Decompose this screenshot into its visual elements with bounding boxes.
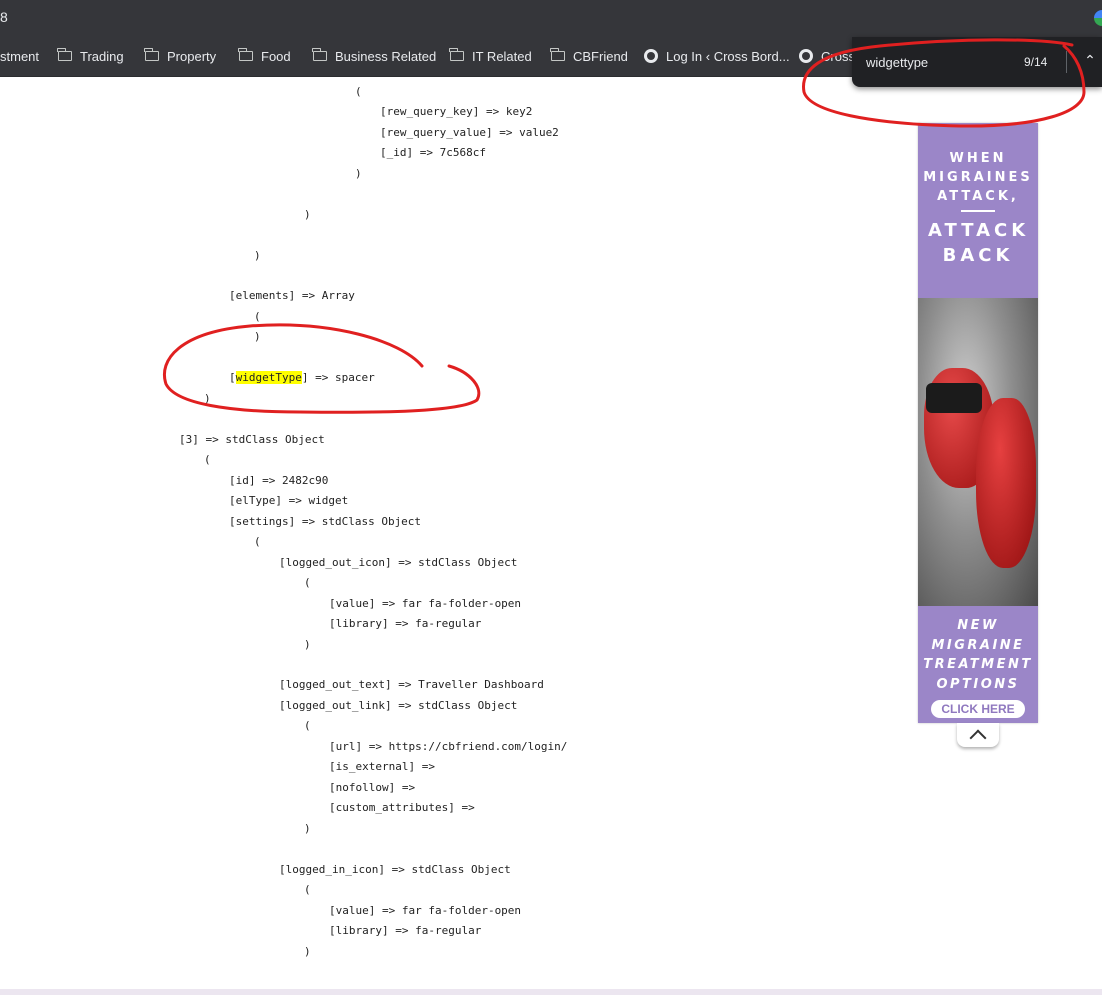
- search-highlight: widgetType: [235, 371, 302, 384]
- ad-footer-text: NEW MIGRAINE TREATMENT OPTIONS: [923, 618, 1033, 692]
- page-content: ( [rew_query_key] => key2 [rew_query_val…: [0, 77, 900, 992]
- find-separator: [1066, 51, 1067, 73]
- code-line: (: [254, 310, 261, 323]
- find-match-count: 9/14: [1024, 55, 1048, 69]
- bookmark-trading[interactable]: Trading: [57, 36, 124, 76]
- folder-icon: [550, 48, 565, 61]
- code-line: ): [304, 945, 311, 958]
- code-line: [elType] => widget: [229, 494, 349, 507]
- code-line: [id] => 2482c90: [229, 474, 329, 487]
- ad-collapse-button[interactable]: [957, 723, 999, 747]
- code-line: (: [204, 453, 211, 466]
- bookmark-property[interactable]: Property: [144, 36, 217, 76]
- browser-top-bar: 8: [0, 0, 1102, 36]
- bookmark-food[interactable]: Food: [238, 36, 291, 76]
- code-line: [elements] => Array: [229, 289, 355, 302]
- site-icon: [644, 49, 658, 63]
- bookmark-label: Food: [261, 48, 291, 64]
- code-line: [logged_out_icon] => stdClass Object: [279, 556, 518, 569]
- code-line: [settings] => stdClass Object: [229, 515, 422, 528]
- code-line: (: [355, 85, 362, 98]
- bookmark-label: IT Related: [472, 48, 532, 64]
- ad-headline-2: ATTACK BACK: [928, 220, 1030, 266]
- bookmark-label: Log In ‹ Cross Bord...: [666, 48, 790, 64]
- code-line: [is_external] =>: [329, 760, 435, 773]
- code-line: [url] => https://cbfriend.com/login/: [329, 740, 568, 753]
- bookmark-label: Cross: [821, 48, 855, 64]
- code-line: ): [355, 167, 362, 180]
- bookmark-label: CBFriend: [573, 48, 628, 64]
- address-bar-fragment[interactable]: 8: [0, 9, 8, 25]
- bookmark-label: Trading: [80, 48, 124, 64]
- boxing-glove-right: [976, 398, 1036, 568]
- find-input[interactable]: [866, 51, 996, 73]
- code-line: (: [304, 719, 311, 732]
- code-line: [value] => far fa-folder-open: [329, 597, 522, 610]
- code-line: [library] => fa-regular: [329, 924, 482, 937]
- code-line: [logged_out_text] => Traveller Dashboard: [279, 678, 544, 691]
- bookmark-label: stment: [0, 48, 40, 64]
- folder-icon: [144, 48, 159, 61]
- code-bracket: [: [229, 371, 236, 384]
- bookmark-cbfriend[interactable]: CBFriend: [550, 36, 628, 76]
- code-line: ): [304, 822, 311, 835]
- code-line: (: [304, 576, 311, 589]
- ad-divider: [961, 210, 995, 212]
- code-line: [rew_query_value] => value2: [380, 126, 559, 139]
- ad-footer-block: NEW MIGRAINE TREATMENT OPTIONS CLICK HER…: [918, 606, 1038, 723]
- code-line: ): [254, 330, 261, 343]
- code-line: [value] => far fa-folder-open: [329, 904, 522, 917]
- code-line: (: [254, 535, 261, 548]
- code-line: ): [304, 638, 311, 651]
- ad-headline-block: WHEN MIGRAINES ATTACK, ATTACK BACK: [918, 123, 1038, 298]
- ad-click-here-button[interactable]: CLICK HERE: [931, 700, 1025, 718]
- folder-icon: [238, 48, 253, 61]
- code-line: ): [304, 208, 311, 221]
- folder-icon: [449, 48, 464, 61]
- bookmark-cross[interactable]: Cross: [799, 36, 855, 76]
- code-line: (: [304, 883, 311, 896]
- code-line: [custom_attributes] =>: [329, 801, 475, 814]
- code-line: ): [254, 249, 261, 262]
- folder-icon: [57, 48, 72, 61]
- code-line: ): [204, 392, 211, 405]
- code-line: [library] => fa-regular: [329, 617, 482, 630]
- migraine-advertisement[interactable]: WHEN MIGRAINES ATTACK, ATTACK BACK NEW M…: [918, 123, 1038, 723]
- bookmark-label: Property: [167, 48, 217, 64]
- bottom-edge-strip: [0, 989, 1102, 995]
- code-line: [logged_in_icon] => stdClass Object: [279, 863, 511, 876]
- bookmark-business-related[interactable]: Business Related: [312, 36, 437, 76]
- code-value: ] => spacer: [301, 371, 375, 384]
- bookmark-log-in-cross-border[interactable]: Log In ‹ Cross Bord...: [644, 36, 790, 76]
- boxing-gloves-image: [918, 298, 1038, 606]
- bookmark-it-related[interactable]: IT Related: [449, 36, 532, 76]
- code-line: [rew_query_key] => key2: [380, 105, 533, 118]
- bookmark-stment[interactable]: stment: [0, 36, 39, 76]
- find-previous-button[interactable]: ⌃: [1082, 53, 1098, 69]
- ad-headline-1: WHEN MIGRAINES ATTACK,: [923, 151, 1033, 204]
- code-line-widgettype: [widgetType] => spacer: [229, 371, 375, 384]
- chevron-up-icon: [969, 729, 987, 747]
- folder-icon: [312, 48, 327, 61]
- bookmark-label: Business Related: [335, 48, 437, 64]
- chrome-profile-icon[interactable]: [1094, 10, 1102, 26]
- site-icon: [799, 49, 813, 63]
- code-line: [_id] => 7c568cf: [380, 146, 486, 159]
- glove-cuff: [926, 383, 982, 413]
- code-line: [logged_out_link] => stdClass Object: [279, 699, 518, 712]
- code-line: [nofollow] =>: [329, 781, 416, 794]
- code-line: [3] => stdClass Object: [179, 433, 325, 446]
